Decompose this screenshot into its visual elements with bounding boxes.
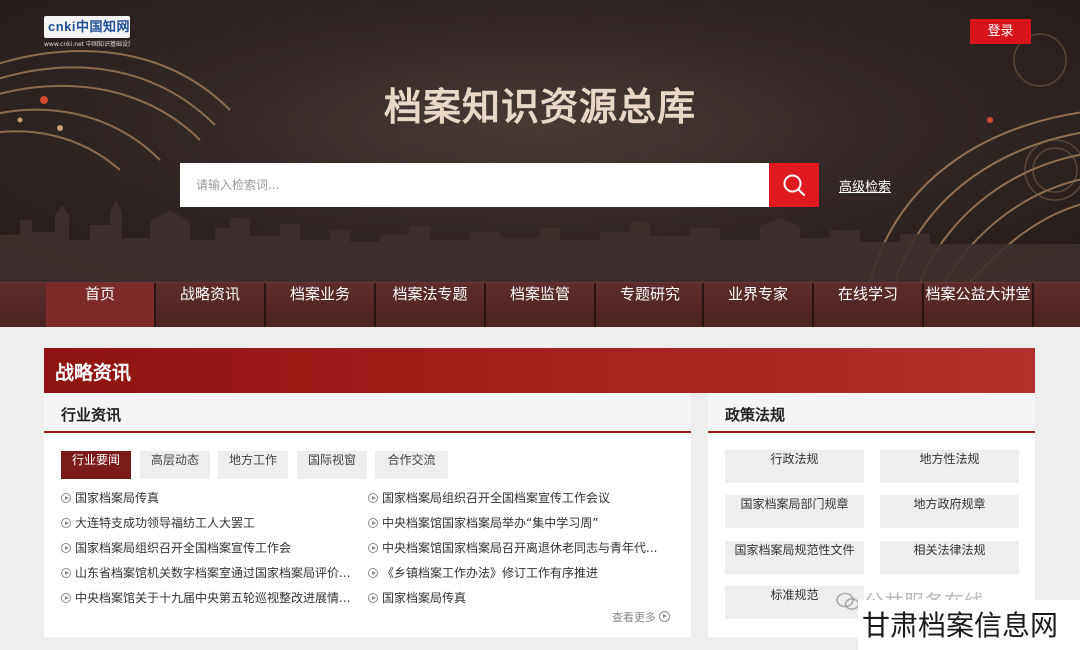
news-item[interactable]: 《乡镇档案工作办法》修订工作有序推进 (368, 564, 668, 582)
nav-item-archive-law[interactable]: 档案法专题 (376, 283, 484, 327)
section-banner: 战略资讯 (44, 348, 1035, 393)
policy-item-normative-documents[interactable]: 国家档案局规范性文件 (725, 541, 864, 574)
bullet-arrow-icon (61, 543, 71, 553)
bullet-arrow-icon (368, 493, 378, 503)
policy-item-local-regulations[interactable]: 地方性法规 (880, 450, 1019, 483)
news-title: 中央档案馆国家档案局召开离退休老同志与青年代... (382, 541, 658, 555)
bullet-arrow-icon (368, 593, 378, 603)
nav-item-archive-supervision[interactable]: 档案监管 (486, 283, 594, 327)
news-item[interactable]: 中央档案馆关于十九届中央第五轮巡视整改进展情... (61, 589, 357, 607)
news-title: 中央档案馆关于十九届中央第五轮巡视整改进展情... (75, 591, 351, 605)
news-item[interactable]: 国家档案局传真 (61, 489, 357, 507)
login-button[interactable]: 登录 (970, 19, 1031, 44)
site-watermark: 甘肃档案信息网 (862, 609, 1059, 642)
news-title: 大连特支成功领导福纺工人大罢工 (75, 516, 256, 530)
logo-subtext: www.cnki.net 中国知识基础设施工程 (44, 41, 130, 48)
search-input[interactable] (180, 163, 770, 207)
nav-item-strategy-news[interactable]: 战略资讯 (156, 283, 264, 327)
tab-industry-headlines[interactable]: 行业要闻 (61, 451, 131, 479)
nav-item-public-lecture[interactable]: 档案公益大讲堂 (924, 283, 1032, 327)
news-item[interactable]: 中央档案馆国家档案局召开离退休老同志与青年代... (368, 539, 668, 557)
policy-title: 政策法规 (725, 406, 786, 424)
bullet-arrow-icon (368, 518, 378, 528)
arrow-right-icon (659, 611, 670, 622)
news-item[interactable]: 国家档案局组织召开全国档案宣传工作会 (61, 539, 357, 557)
news-title: 《乡镇档案工作办法》修订工作有序推进 (382, 566, 599, 580)
news-title: 国家档案局传真 (382, 591, 467, 605)
policy-header: 政策法规 (708, 393, 1035, 433)
bullet-arrow-icon (61, 518, 71, 528)
bullet-arrow-icon (368, 543, 378, 553)
advanced-search-link[interactable]: 高级检索 (839, 176, 891, 195)
policy-item-department-rules[interactable]: 国家档案局部门规章 (725, 495, 864, 528)
tab-international[interactable]: 国际视窗 (297, 451, 367, 479)
industry-news-panel: 行业资讯 行业要闻 高层动态 地方工作 国际视窗 合作交流 国家档案局传真 大连… (44, 393, 691, 637)
industry-news-title: 行业资讯 (61, 406, 122, 424)
nav-divider (1032, 283, 1034, 327)
nav-item-topic-research[interactable]: 专题研究 (596, 283, 704, 327)
nav-item-industry-experts[interactable]: 业界专家 (704, 283, 812, 327)
industry-news-header: 行业资讯 (44, 393, 691, 433)
news-item[interactable]: 中央档案馆国家档案局举办“集中学习周” (368, 514, 668, 532)
nav-item-home[interactable]: 首页 (46, 283, 154, 327)
view-more-label: 查看更多 (612, 611, 656, 624)
policy-item-related-laws[interactable]: 相关法律法规 (880, 541, 1019, 574)
search-button[interactable] (769, 163, 819, 207)
view-more-link[interactable]: 查看更多 (612, 609, 670, 625)
logo[interactable]: cnki中国知网 www.cnki.net 中国知识基础设施工程 (44, 16, 130, 48)
nav-item-archive-business[interactable]: 档案业务 (266, 283, 374, 327)
news-title: 山东省档案馆机关数字档案室通过国家档案局评价... (75, 566, 351, 580)
nav-item-online-learning[interactable]: 在线学习 (814, 283, 922, 327)
bullet-arrow-icon (61, 493, 71, 503)
hero-header: cnki中国知网 www.cnki.net 中国知识基础设施工程 登录 档案知识… (0, 0, 1080, 282)
news-item[interactable]: 大连特支成功领导福纺工人大罢工 (61, 514, 357, 532)
policy-item-administrative-regulations[interactable]: 行政法规 (725, 450, 864, 483)
wechat-icon (836, 592, 860, 612)
policy-item-local-government-rules[interactable]: 地方政府规章 (880, 495, 1019, 528)
logo-mark: cnki中国知网 (44, 16, 130, 38)
search-icon (783, 174, 806, 197)
tab-local-work[interactable]: 地方工作 (218, 451, 288, 479)
hero-decoration (0, 33, 1080, 282)
section-title: 战略资讯 (55, 362, 132, 384)
news-item[interactable]: 国家档案局组织召开全国档案宣传工作会议 (368, 489, 668, 507)
news-title: 国家档案局组织召开全国档案宣传工作会 (75, 541, 292, 555)
site-title: 档案知识资源总库 (383, 85, 696, 129)
tab-leadership-news[interactable]: 高层动态 (140, 451, 210, 479)
news-title: 国家档案局传真 (75, 491, 160, 505)
bullet-arrow-icon (368, 568, 378, 578)
tab-cooperation[interactable]: 合作交流 (375, 451, 448, 479)
news-title: 中央档案馆国家档案局举办“集中学习周” (382, 516, 599, 530)
news-title: 国家档案局组织召开全国档案宣传工作会议 (382, 491, 611, 505)
news-item[interactable]: 山东省档案馆机关数字档案室通过国家档案局评价... (61, 564, 357, 582)
news-item[interactable]: 国家档案局传真 (368, 589, 668, 607)
main-nav: 首页 战略资讯 档案业务 档案法专题 档案监管 专题研究 业界专家 在线学习 档… (0, 282, 1080, 327)
bullet-arrow-icon (61, 593, 71, 603)
bullet-arrow-icon (61, 568, 71, 578)
